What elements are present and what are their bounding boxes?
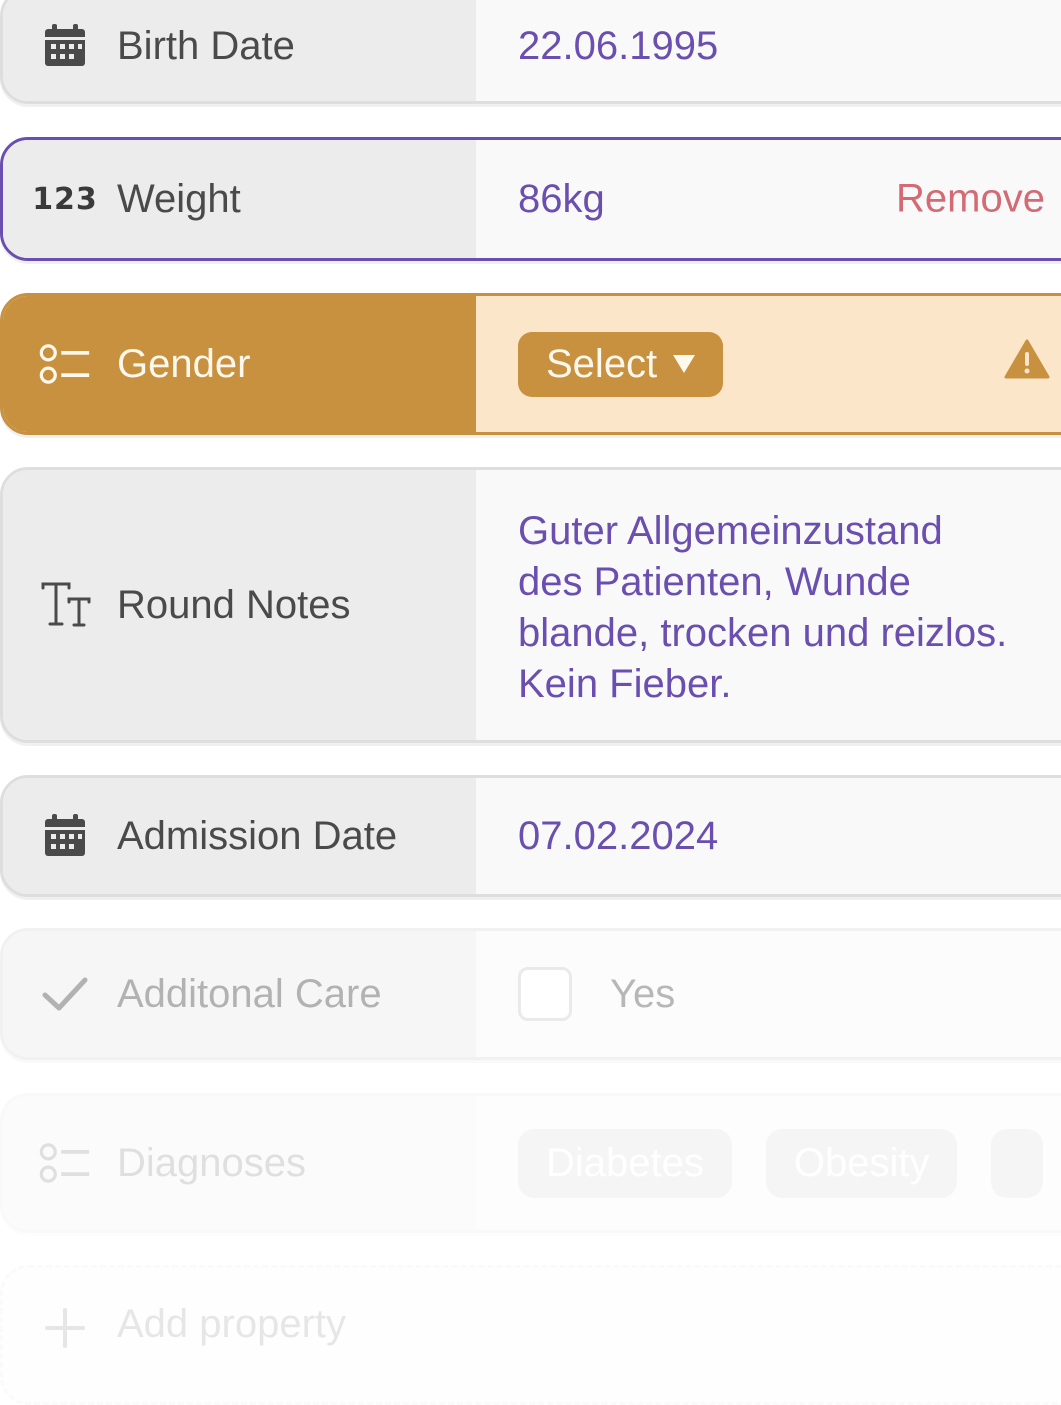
property-label-cell: 123 Weight [3, 140, 476, 258]
property-row-gender[interactable]: Gender Select [0, 293, 1061, 435]
property-value-cell[interactable]: 22.06.1995 [476, 0, 1061, 101]
round-notes-text[interactable]: Guter Allgemeinzustand des Patienten, Wu… [518, 506, 1018, 710]
property-row-admission-date[interactable]: Admission Date 07.02.2024 [0, 775, 1061, 897]
gender-select-dropdown[interactable]: Select [518, 331, 724, 397]
property-value-cell[interactable]: Diabetes Obesity [476, 1096, 1061, 1230]
weight-value[interactable]: 86kg [518, 177, 605, 222]
additional-care-checkbox[interactable] [518, 967, 572, 1021]
text-type-icon [39, 579, 91, 631]
checkbox-label: Yes [610, 971, 676, 1016]
remove-button[interactable]: Remove [896, 177, 1045, 222]
property-label-cell: Gender [3, 296, 476, 432]
checkmark-icon [39, 968, 91, 1020]
add-property-button[interactable]: Add property [0, 1265, 1061, 1405]
birth-date-value[interactable]: 22.06.1995 [518, 24, 718, 69]
property-row-additional-care[interactable]: Additonal Care Yes [0, 928, 1061, 1060]
number-123-icon: 123 [32, 181, 98, 217]
calendar-icon [39, 20, 91, 72]
warning-icon [1004, 339, 1050, 389]
property-label: Additonal Care [117, 971, 382, 1016]
property-value-cell[interactable]: Guter Allgemeinzustand des Patienten, Wu… [476, 470, 1061, 740]
add-property-cell: Add property [3, 1268, 476, 1402]
caret-down-icon [673, 355, 696, 373]
property-label: Gender [117, 341, 251, 386]
calendar-icon [39, 810, 91, 862]
property-label: Birth Date [117, 23, 295, 68]
select-list-icon [39, 1137, 91, 1189]
diagnosis-chip[interactable]: Obesity [765, 1128, 958, 1198]
property-label: Round Notes [117, 582, 351, 627]
diagnosis-chip[interactable]: Diabetes [518, 1128, 732, 1198]
property-value-cell[interactable]: 07.02.2024 [476, 778, 1061, 894]
add-property-label: Add property [117, 1302, 347, 1346]
property-row-round-notes[interactable]: Round Notes Guter Allgemeinzustand des P… [0, 467, 1061, 743]
property-row-weight[interactable]: 123 Weight 86kg Remove [0, 137, 1061, 261]
property-row-birth-date[interactable]: Birth Date 22.06.1995 [0, 0, 1061, 104]
property-row-diagnoses[interactable]: Diagnoses Diabetes Obesity [0, 1093, 1061, 1233]
property-value-cell[interactable]: Yes [476, 931, 1061, 1057]
property-label: Diagnoses [117, 1140, 307, 1185]
property-label: Weight [117, 176, 241, 221]
property-label: Admission Date [117, 813, 398, 858]
property-label-cell: Admission Date [3, 778, 476, 894]
plus-icon [39, 1302, 91, 1354]
property-label-cell: Diagnoses [3, 1096, 476, 1230]
property-label-cell: Round Notes [3, 470, 476, 740]
select-label: Select [546, 341, 658, 386]
property-value-cell[interactable]: 86kg Remove [476, 140, 1061, 258]
property-label-cell: Birth Date [3, 0, 476, 101]
property-label-cell: Additonal Care [3, 931, 476, 1057]
diagnosis-chip-more[interactable] [991, 1128, 1043, 1198]
admission-date-value[interactable]: 07.02.2024 [518, 814, 718, 859]
property-value-cell[interactable]: Select [476, 296, 1061, 432]
select-list-icon [39, 338, 91, 390]
